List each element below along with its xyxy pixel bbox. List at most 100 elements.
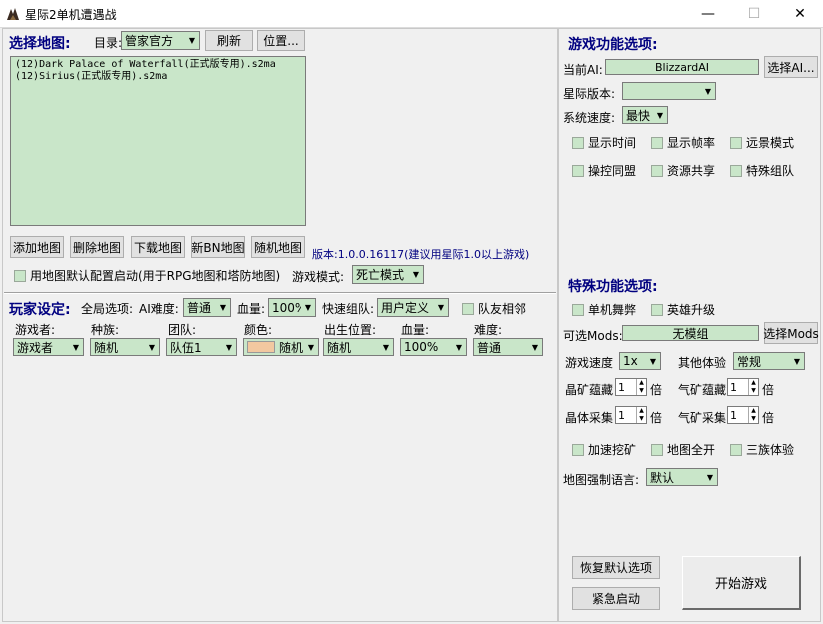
cheat-checkbox[interactable]: 单机舞弊 (572, 301, 636, 318)
map-language-select[interactable]: 默认 ▼ (646, 468, 718, 486)
map-language-value: 默认 (650, 470, 675, 485)
player-difficulty-select[interactable]: 普通 ▼ (473, 338, 543, 356)
checkbox-box (651, 303, 663, 316)
checkbox-label: 单机舞弊 (588, 303, 637, 317)
directory-select[interactable]: 管家官方 ▼ (121, 31, 200, 50)
mods-field: 无模组 (622, 325, 759, 341)
race-value: 随机 (94, 340, 119, 355)
col-player: 游戏者: (15, 323, 56, 337)
stepper-arrows-icon[interactable]: ▲ ▼ (636, 407, 646, 423)
random-map-button[interactable]: 随机地图 (251, 236, 305, 258)
game-speed-select[interactable]: 1x ▼ (619, 352, 661, 370)
player-hp-select[interactable]: 100% ▼ (400, 338, 467, 356)
stepper-value: 1 (618, 408, 625, 422)
hp-label: 血量: (237, 302, 266, 316)
add-map-button[interactable]: 添加地图 (10, 236, 64, 258)
chevron-down-icon: ▼ (219, 303, 227, 312)
mineral-gather-stepper[interactable]: 1 ▲ ▼ (615, 406, 647, 424)
mineral-gather-label: 晶体采集 (565, 411, 614, 425)
gas-gather-stepper[interactable]: 1 ▲ ▼ (727, 406, 759, 424)
col-difficulty: 难度: (474, 323, 503, 337)
reveal-map-checkbox[interactable]: 地图全开 (651, 441, 715, 458)
team-select[interactable]: 队伍1 ▼ (166, 338, 237, 356)
hp-select[interactable]: 100%▼ (268, 298, 316, 317)
mineral-deposit-stepper[interactable]: 1 ▲ ▼ (615, 378, 647, 396)
list-item[interactable]: (12)Dark Palace of Waterfall(正式版专用).s2ma (15, 59, 301, 71)
stepper-arrows-icon[interactable]: ▲ ▼ (748, 379, 758, 395)
default-config-label: 用地图默认配置启动(用于RPG地图和塔防地图) (30, 269, 281, 283)
stepper-value: 1 (730, 380, 737, 394)
checkbox-label: 地图全开 (667, 443, 716, 457)
checkbox-box (572, 136, 584, 149)
sc-version-label: 星际版本: (563, 87, 616, 101)
checkbox-box (651, 136, 663, 149)
spawn-select[interactable]: 随机 ▼ (323, 338, 394, 356)
checkbox-box (730, 164, 742, 177)
color-select[interactable]: 随机 ▼ (243, 338, 319, 356)
far-view-checkbox[interactable]: 远景模式 (730, 134, 794, 151)
location-button[interactable]: 位置... (257, 30, 305, 51)
gas-gather-label: 气矿采集 (678, 411, 727, 425)
hero-upgrade-checkbox[interactable]: 英雄升级 (651, 301, 715, 318)
download-map-button[interactable]: 下载地图 (131, 236, 185, 258)
show-time-checkbox[interactable]: 显示时间 (572, 134, 636, 151)
stepper-value: 1 (730, 408, 737, 422)
maximize-button[interactable]: ☐ (731, 0, 777, 28)
player-select[interactable]: 游戏者 ▼ (13, 338, 84, 356)
refresh-button[interactable]: 刷新 (205, 30, 253, 51)
other-experience-value: 常规 (737, 354, 762, 369)
game-speed-value: 1x (623, 354, 638, 368)
checkbox-box (730, 136, 742, 149)
other-experience-select[interactable]: 常规 ▼ (733, 352, 805, 370)
checkbox-box (651, 164, 663, 177)
map-list[interactable]: (12)Dark Palace of Waterfall(正式版专用).s2ma… (10, 56, 306, 226)
ai-difficulty-label: AI难度: (139, 302, 179, 316)
ally-adjacent-checkbox[interactable]: 队友相邻 (462, 300, 526, 317)
times-unit: 倍 (650, 411, 663, 425)
close-button[interactable]: ✕ (777, 0, 823, 28)
chevron-down-icon: ▼ (793, 356, 801, 366)
chevron-down-icon: ▼ (437, 303, 445, 312)
restore-defaults-button[interactable]: 恢复默认选项 (572, 556, 660, 579)
default-config-checkbox[interactable]: 用地图默认配置启动(用于RPG地图和塔防地图) (14, 267, 280, 284)
chevron-down-icon: ▼ (72, 342, 80, 352)
stepper-arrows-icon[interactable]: ▲ ▼ (748, 407, 758, 423)
system-speed-label: 系统速度: (563, 111, 616, 125)
chevron-down-icon: ▼ (225, 342, 233, 352)
times-unit: 倍 (762, 411, 775, 425)
delete-map-button[interactable]: 删除地图 (70, 236, 124, 258)
checkbox-label: 三族体验 (746, 443, 795, 457)
fast-mining-checkbox[interactable]: 加速挖矿 (572, 441, 636, 458)
stepper-arrows-icon[interactable]: ▲ ▼ (636, 379, 646, 395)
version-text: 版本:1.0.0.16117(建议用星际1.0以上游戏) (312, 248, 530, 261)
sc-version-select[interactable]: ▼ (622, 82, 716, 100)
directory-value: 管家官方 (125, 34, 174, 48)
minimize-button[interactable]: — (685, 0, 731, 28)
checkbox-box (572, 443, 584, 456)
times-unit: 倍 (762, 383, 775, 397)
chevron-down-icon: ▼ (412, 270, 420, 279)
player-difficulty-value: 普通 (477, 340, 502, 355)
share-resources-checkbox[interactable]: 资源共享 (651, 162, 715, 179)
game-mode-select[interactable]: 死亡模式 ▼ (352, 265, 424, 284)
system-speed-select[interactable]: 最快 ▼ (622, 106, 668, 124)
chevron-down-icon: ▼ (706, 472, 714, 482)
start-game-button[interactable]: 开始游戏 (682, 556, 801, 610)
new-bn-map-button[interactable]: 新BN地图 (191, 236, 245, 258)
race-select[interactable]: 随机 ▼ (90, 338, 160, 356)
chevron-down-icon: ▼ (704, 86, 712, 96)
three-races-checkbox[interactable]: 三族体验 (730, 441, 794, 458)
ai-difficulty-value: 普通 (187, 301, 212, 315)
gas-deposit-stepper[interactable]: 1 ▲ ▼ (727, 378, 759, 396)
show-fps-checkbox[interactable]: 显示帧率 (651, 134, 715, 151)
chevron-down-icon: ▼ (531, 342, 539, 352)
control-ally-checkbox[interactable]: 操控同盟 (572, 162, 636, 179)
select-mods-button[interactable]: 选择Mods (763, 322, 819, 344)
emergency-start-button[interactable]: 紧急启动 (572, 587, 660, 610)
list-item[interactable]: (12)Sirius(正式版专用).s2ma (15, 71, 301, 83)
ai-difficulty-select[interactable]: 普通 ▼ (183, 298, 231, 317)
select-ai-button[interactable]: 选择AI... (764, 56, 818, 78)
special-team-checkbox[interactable]: 特殊组队 (730, 162, 794, 179)
quick-team-select[interactable]: 用户定义 ▼ (377, 298, 449, 317)
checkbox-label: 特殊组队 (746, 164, 795, 178)
